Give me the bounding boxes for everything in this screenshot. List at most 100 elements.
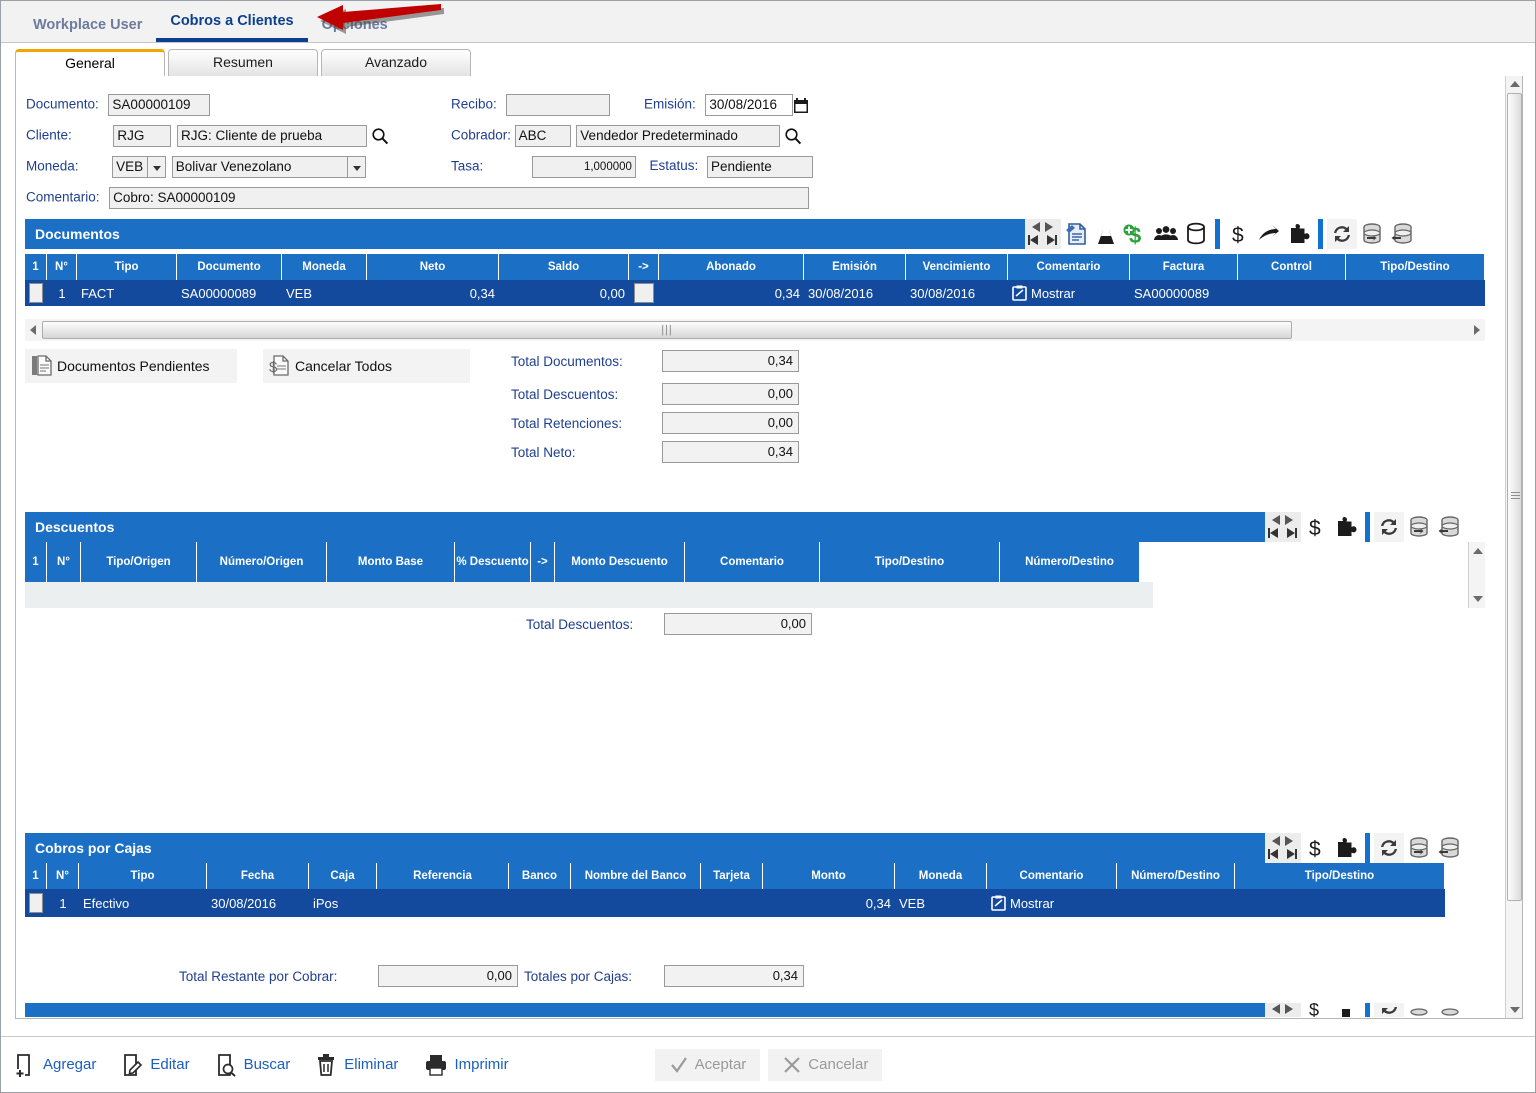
col-tipo-destino[interactable]: Tipo/Destino — [1346, 254, 1485, 280]
agregar-button[interactable]: Agregar — [15, 1053, 96, 1077]
cliente-name-input[interactable]: RJG: Cliente de prueba — [177, 125, 367, 147]
descuentos-scroll-down-icon[interactable] — [1470, 592, 1485, 606]
aceptar-button[interactable]: Aceptar — [655, 1049, 761, 1081]
table-row[interactable]: 1 Efectivo 30/08/2016 iPos 0,34 VEB Most… — [25, 889, 1445, 917]
documento-input[interactable]: SA00000109 — [108, 94, 210, 116]
search-icon[interactable] — [371, 127, 389, 145]
col-saldo[interactable]: Saldo — [499, 254, 629, 280]
col-monto[interactable]: Monto — [763, 863, 895, 889]
col-tarjeta[interactable]: Tarjeta — [701, 863, 763, 889]
nav-arrows-icon[interactable] — [1265, 833, 1301, 863]
col-tipo[interactable]: Tipo — [79, 863, 207, 889]
col-numero-destino[interactable]: Número/Destino — [1117, 863, 1235, 889]
plugin-icon[interactable] — [1331, 833, 1361, 863]
col-documento[interactable]: Documento — [177, 254, 282, 280]
col-tipo-destino[interactable]: Tipo/Destino — [1235, 863, 1445, 889]
calendar-icon[interactable] — [793, 97, 809, 114]
db-import-icon[interactable] — [1434, 1003, 1464, 1017]
plugin-icon[interactable] — [1331, 512, 1361, 542]
row-arrow-button[interactable] — [634, 283, 654, 303]
cliente-code-input[interactable]: RJG — [113, 125, 171, 147]
col-caja[interactable]: Caja — [309, 863, 377, 889]
editar-button[interactable]: Editar — [122, 1053, 189, 1077]
tab-resumen[interactable]: Resumen — [168, 49, 318, 76]
col-arrow[interactable]: -> — [629, 254, 659, 280]
col-select[interactable]: 1 — [25, 542, 47, 582]
cancelar-todos-button[interactable]: $ Cancelar Todos — [263, 349, 470, 383]
col-referencia[interactable]: Referencia — [377, 863, 509, 889]
db-export-icon[interactable] — [1404, 833, 1434, 863]
refresh-icon[interactable] — [1327, 219, 1357, 249]
db-export-icon[interactable] — [1357, 219, 1387, 249]
pane-scroll-down-icon[interactable] — [1507, 1003, 1522, 1017]
currency-icon[interactable]: $ — [1301, 512, 1331, 542]
col-arrow[interactable]: -> — [531, 542, 555, 582]
scroll-left-arrow-icon[interactable] — [25, 322, 41, 338]
hscroll-thumb[interactable]: ||| — [42, 321, 1292, 339]
moneda-code-dropdown-button[interactable] — [148, 156, 166, 178]
col-monto-base[interactable]: Monto Base — [327, 542, 455, 582]
currency-icon[interactable]: $ — [1301, 1003, 1331, 1017]
col-numero-origen[interactable]: Número/Origen — [197, 542, 327, 582]
pane-scroll-up-icon[interactable] — [1507, 77, 1522, 91]
col-vencimiento[interactable]: Vencimiento — [906, 254, 1008, 280]
tasa-input[interactable]: 1,000000 — [532, 156, 636, 178]
moneda-name-dropdown-button[interactable] — [348, 156, 366, 178]
documentos-pendientes-button[interactable]: Documentos Pendientes — [25, 349, 237, 383]
people-icon[interactable] — [1151, 219, 1181, 249]
cobrador-code-input[interactable]: ABC — [515, 125, 571, 147]
tab-cobros-a-clientes[interactable]: Cobros a Clientes — [156, 9, 307, 42]
tab-avanzado[interactable]: Avanzado — [321, 49, 471, 76]
database-icon[interactable] — [1181, 219, 1211, 249]
col-moneda[interactable]: Moneda — [282, 254, 367, 280]
cancelar-button[interactable]: Cancelar — [768, 1049, 882, 1081]
nav-arrows-icon[interactable] — [1265, 1003, 1301, 1017]
descuentos-scroll-up-icon[interactable] — [1470, 544, 1485, 558]
nav-arrows-icon[interactable] — [1265, 512, 1301, 542]
col-numero[interactable]: N° — [47, 542, 81, 582]
eliminar-button[interactable]: Eliminar — [316, 1053, 398, 1077]
col-control[interactable]: Control — [1238, 254, 1346, 280]
db-export-icon[interactable] — [1404, 512, 1434, 542]
documentos-hscrollbar[interactable]: ||| — [25, 319, 1485, 341]
imprimir-button[interactable]: Imprimir — [424, 1053, 508, 1077]
emision-input[interactable]: 30/08/2016 — [705, 94, 793, 116]
nav-arrows-icon[interactable] — [1025, 219, 1061, 249]
buscar-button[interactable]: Buscar — [216, 1053, 291, 1077]
refresh-icon[interactable] — [1374, 512, 1404, 542]
col-factura[interactable]: Factura — [1130, 254, 1238, 280]
pane-vscrollbar[interactable] — [1505, 76, 1522, 1018]
add-money-icon[interactable]: $ — [1121, 219, 1151, 249]
cell-comentario[interactable]: Mostrar — [987, 889, 1117, 917]
col-banco[interactable]: Banco — [509, 863, 571, 889]
search-icon-2[interactable] — [784, 127, 802, 145]
table-row[interactable]: 1 FACT SA00000089 VEB 0,34 0,00 0,34 30/… — [25, 280, 1485, 306]
col-numero[interactable]: N° — [47, 254, 77, 280]
tab-workplace-user[interactable]: Workplace User — [19, 13, 156, 42]
col-tipo-destino[interactable]: Tipo/Destino — [820, 542, 1000, 582]
db-import-icon[interactable] — [1387, 219, 1417, 249]
comentario-input[interactable]: Cobro: SA00000109 — [109, 187, 809, 209]
col-monto-descuento[interactable]: Monto Descuento — [555, 542, 685, 582]
tab-general[interactable]: General — [15, 49, 165, 76]
db-import-icon[interactable] — [1434, 833, 1464, 863]
row-select-checkbox[interactable] — [29, 283, 43, 303]
descuentos-vscrollbar[interactable] — [1468, 542, 1485, 608]
cell-comentario[interactable]: Mostrar — [1008, 280, 1130, 306]
col-comentario[interactable]: Comentario — [685, 542, 820, 582]
col-abonado[interactable]: Abonado — [659, 254, 804, 280]
scroll-right-arrow-icon[interactable] — [1469, 322, 1485, 338]
col-select[interactable]: 1 — [25, 254, 47, 280]
arrow-forward-icon[interactable] — [1254, 219, 1284, 249]
col-tipo-origen[interactable]: Tipo/Origen — [81, 542, 197, 582]
row-select-checkbox[interactable] — [29, 893, 43, 913]
new-document-icon[interactable] — [1061, 219, 1091, 249]
pane-vscroll-thumb[interactable] — [1507, 93, 1522, 901]
col-numero[interactable]: N° — [47, 863, 79, 889]
plugin-icon[interactable] — [1284, 219, 1314, 249]
plugin-icon[interactable] — [1331, 1003, 1361, 1017]
col-moneda[interactable]: Moneda — [895, 863, 987, 889]
recibo-input[interactable] — [506, 94, 610, 116]
col-pct-descuento[interactable]: % Descuento — [455, 542, 531, 582]
col-numero-destino[interactable]: Número/Destino — [1000, 542, 1140, 582]
